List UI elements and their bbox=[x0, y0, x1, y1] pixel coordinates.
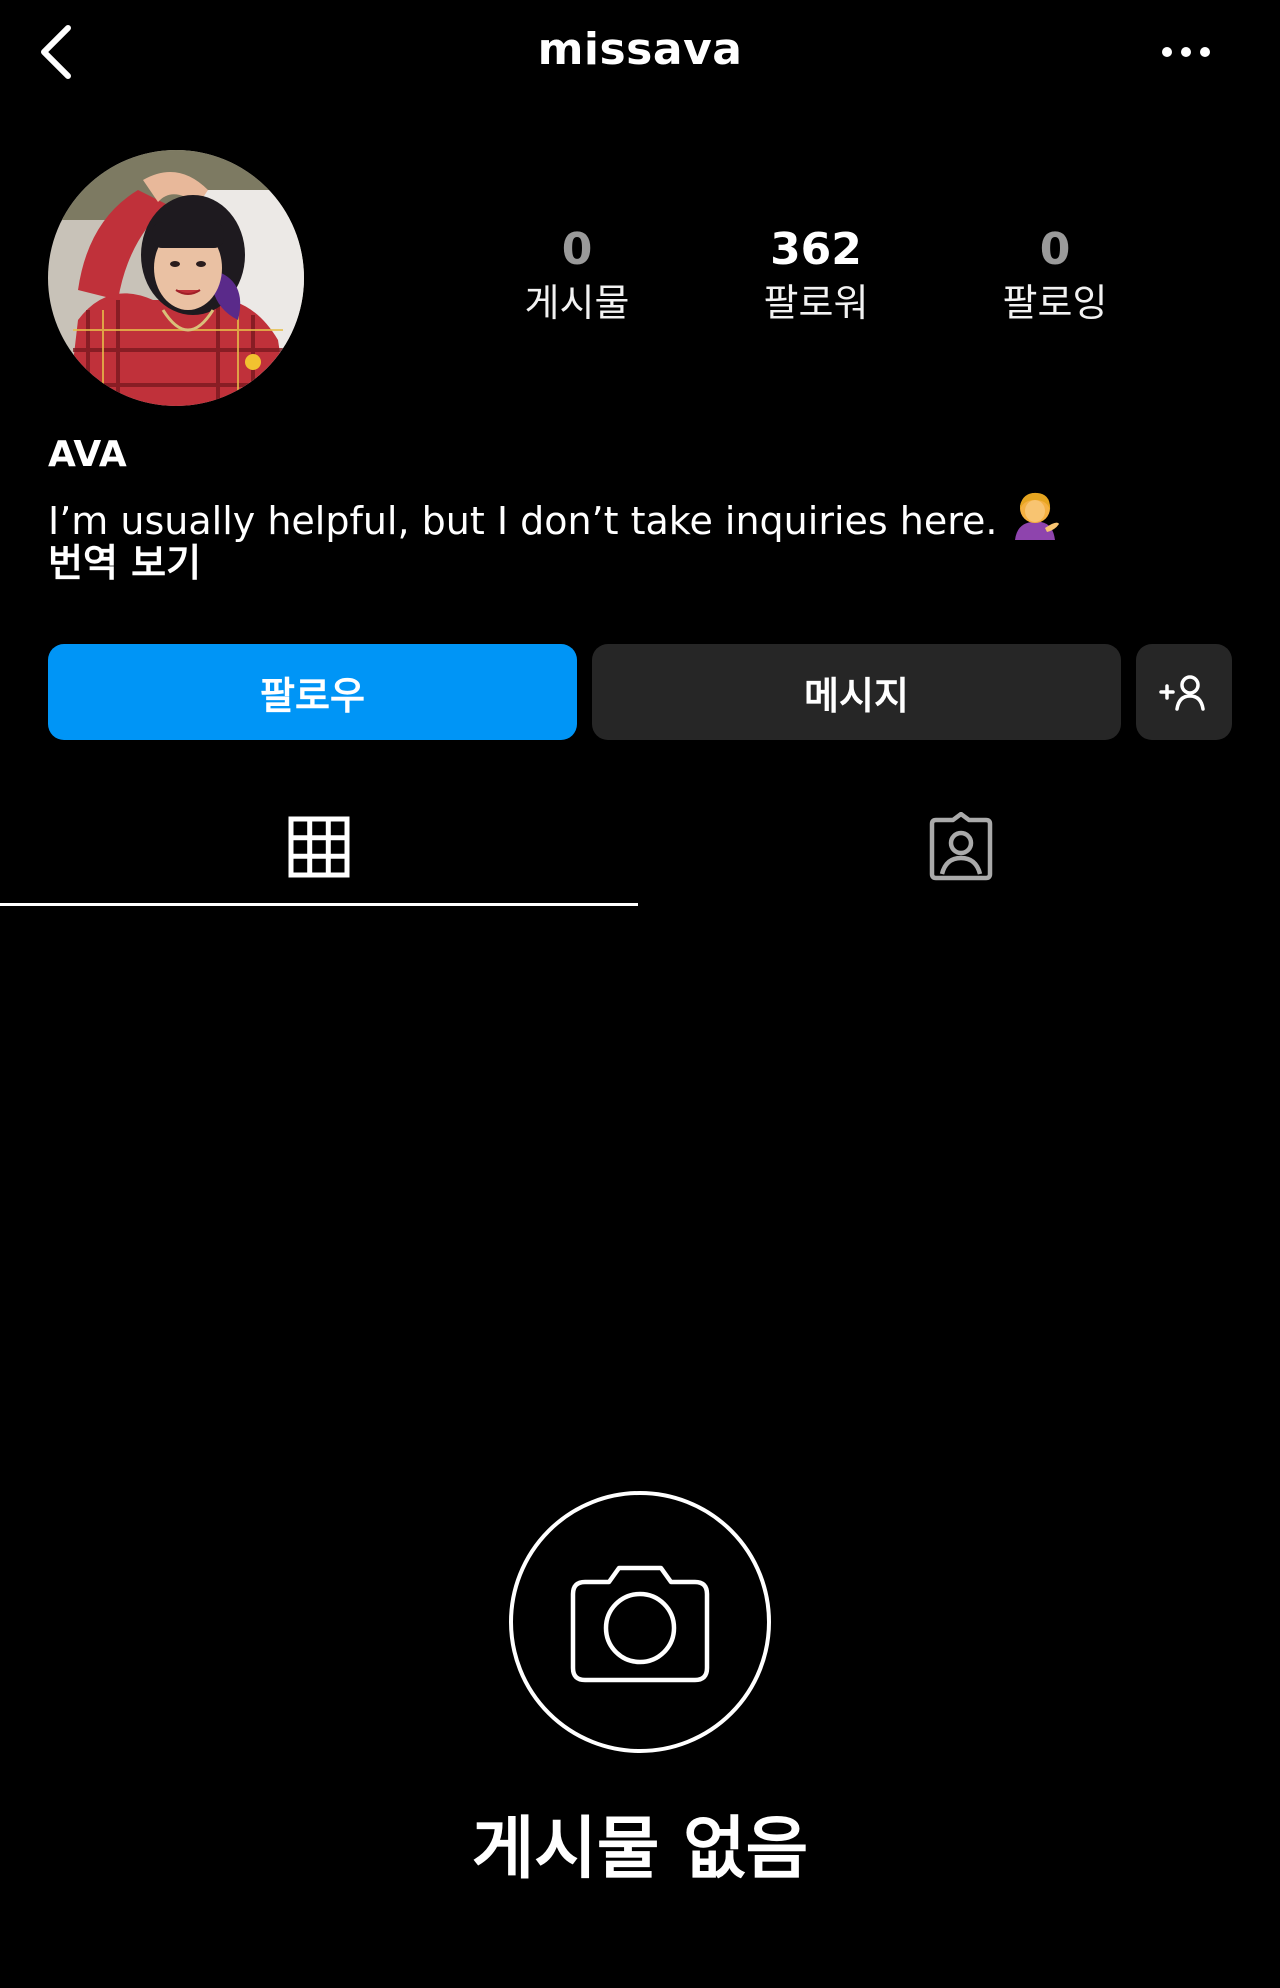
tab-posts-grid[interactable] bbox=[0, 788, 638, 906]
follow-button[interactable]: 팔로우 bbox=[48, 644, 577, 740]
camera-icon bbox=[570, 1565, 710, 1683]
tab-tagged-posts[interactable] bbox=[642, 788, 1280, 906]
following-count-value: 0 bbox=[1039, 224, 1071, 275]
posts-count-label: 게시물 bbox=[524, 281, 630, 325]
grid-icon bbox=[288, 816, 350, 878]
active-tab-indicator bbox=[0, 903, 638, 906]
no-posts-text: 게시물 없음 bbox=[471, 1810, 809, 1889]
suggested-accounts-button[interactable] bbox=[1136, 644, 1232, 740]
following-count-label: 팔로잉 bbox=[1002, 281, 1108, 325]
followers-count-value: 362 bbox=[770, 224, 862, 275]
bio-text: I’m usually helpful, but I don’t take in… bbox=[48, 499, 998, 543]
posts-count-value: 0 bbox=[561, 224, 593, 275]
more-horizontal-icon bbox=[1162, 47, 1210, 57]
avatar[interactable] bbox=[48, 150, 304, 406]
profile-username: missava bbox=[537, 24, 743, 75]
following-count[interactable]: 0 팔로잉 bbox=[945, 222, 1165, 328]
profile-bio: I’m usually helpful, but I don’t take in… bbox=[48, 490, 1061, 544]
posts-count: 0 게시물 bbox=[467, 222, 687, 328]
person-tipping-hand-emoji bbox=[1009, 490, 1061, 542]
no-posts-icon-circle bbox=[509, 1491, 771, 1753]
add-person-icon bbox=[1159, 675, 1205, 711]
tagged-person-icon bbox=[929, 812, 993, 881]
more-options-button[interactable] bbox=[1156, 30, 1216, 74]
followers-count-label: 팔로워 bbox=[763, 281, 869, 325]
profile-name: AVA bbox=[48, 434, 127, 475]
followers-count[interactable]: 362 팔로워 bbox=[706, 222, 926, 328]
see-translation-link[interactable]: 번역 보기 bbox=[48, 540, 201, 586]
message-button[interactable]: 메시지 bbox=[592, 644, 1121, 740]
profile-photo bbox=[48, 150, 304, 406]
